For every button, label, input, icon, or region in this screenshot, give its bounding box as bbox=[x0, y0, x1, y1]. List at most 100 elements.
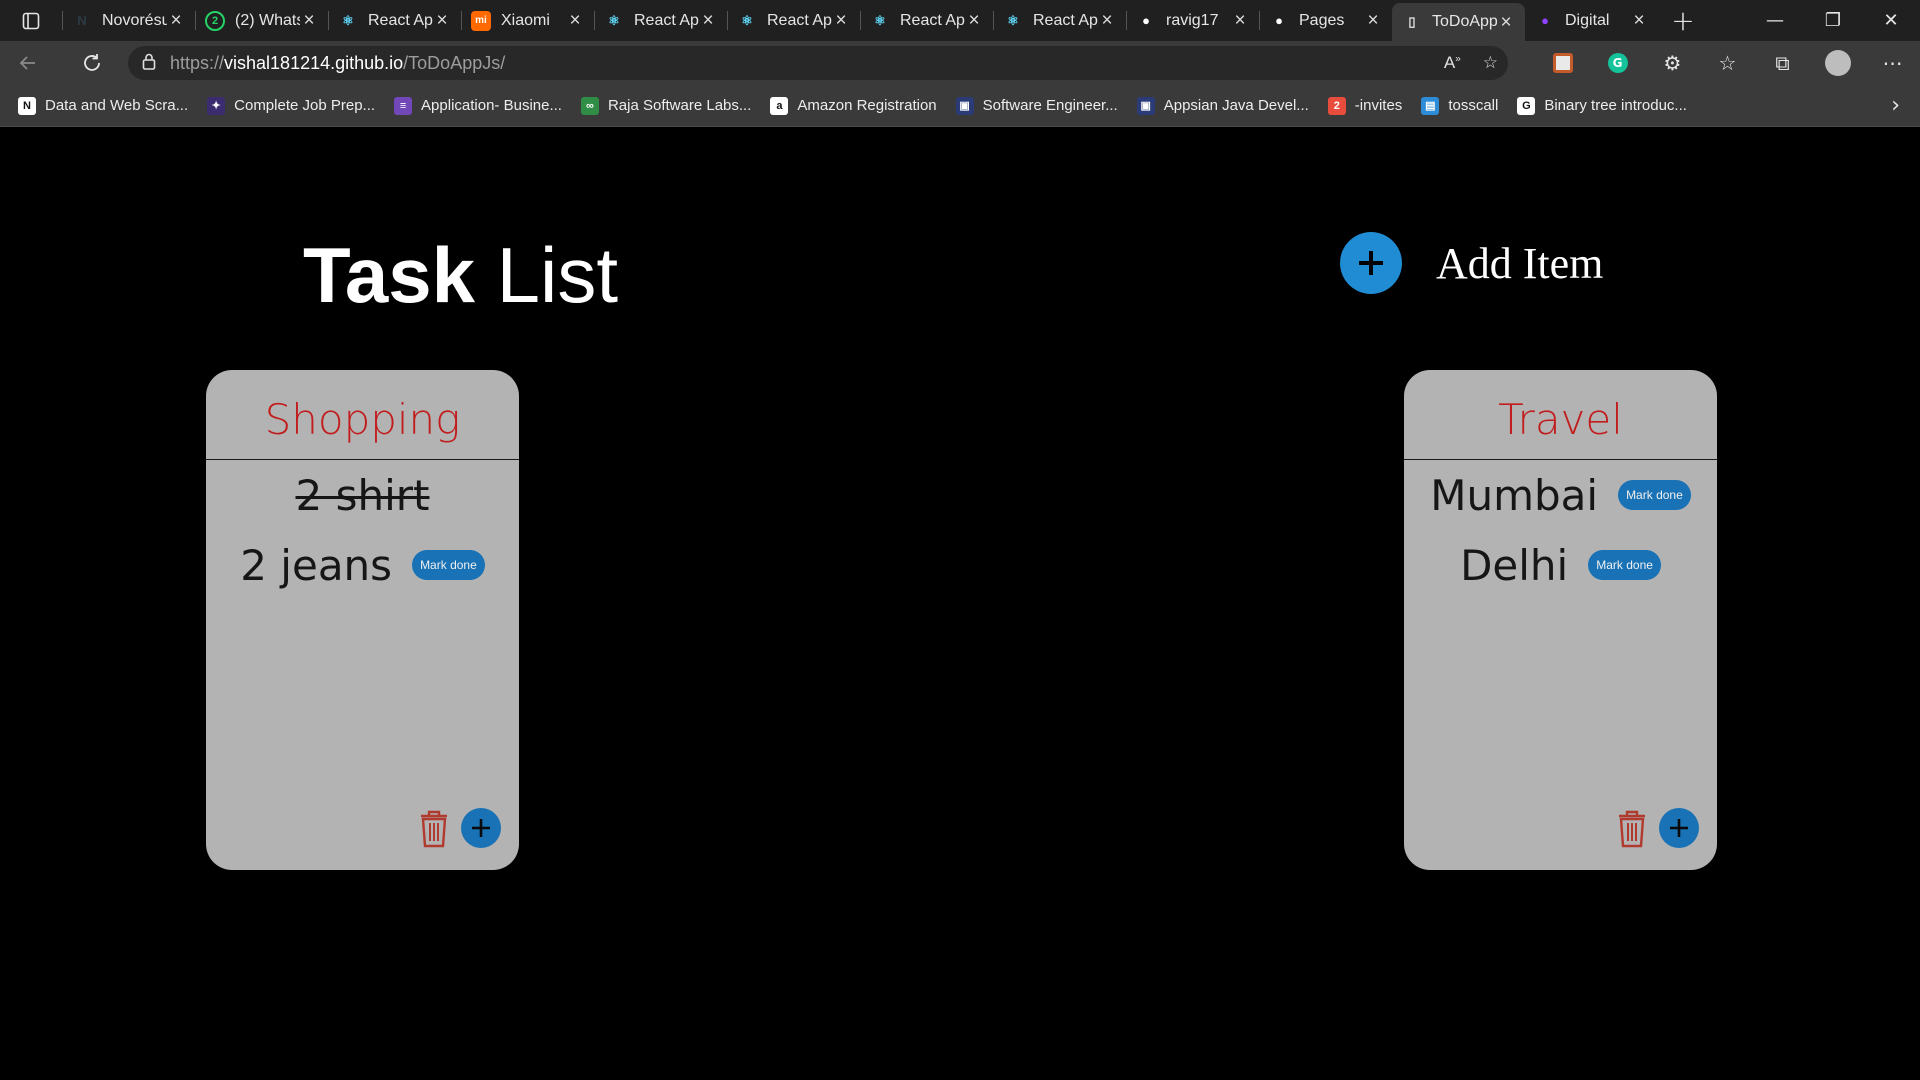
bookmark-item[interactable]: ≡ Application- Busine... bbox=[394, 96, 562, 115]
close-tab-icon[interactable]: × bbox=[832, 11, 850, 30]
close-tab-icon[interactable]: × bbox=[1497, 13, 1515, 32]
trash-icon[interactable] bbox=[415, 806, 453, 850]
bookmark-item[interactable]: ▣ Software Engineer... bbox=[955, 96, 1118, 115]
address-toolbar: https://vishal181214.github.io/ToDoAppJs… bbox=[0, 41, 1920, 85]
collections-icon[interactable]: ⧉ bbox=[1755, 41, 1810, 85]
close-tab-icon[interactable]: × bbox=[965, 11, 983, 30]
extension-icon[interactable] bbox=[1535, 41, 1590, 85]
minimize-button[interactable]: — bbox=[1746, 0, 1804, 41]
mark-done-button[interactable]: Mark done bbox=[412, 550, 485, 580]
browser-tab[interactable]: ● ravig17 × bbox=[1126, 0, 1259, 41]
browser-tab[interactable]: ▯ ToDoApp × bbox=[1392, 3, 1525, 41]
notion-n-icon: N bbox=[77, 13, 87, 28]
browser-tab[interactable]: 2 (2) WhatsApp× bbox=[195, 0, 328, 41]
list-title: Shopping bbox=[206, 370, 519, 460]
close-tab-icon[interactable]: × bbox=[1098, 11, 1116, 30]
close-tab-icon[interactable]: × bbox=[167, 11, 185, 30]
title-light: List bbox=[496, 231, 619, 319]
tab-title: ToDoApp bbox=[1432, 13, 1497, 30]
lock-icon[interactable] bbox=[128, 53, 170, 74]
tab-actions-icon bbox=[22, 12, 40, 29]
bookmark-item[interactable]: a Amazon Registration bbox=[770, 96, 937, 115]
address-bar[interactable]: https://vishal181214.github.io/ToDoAppJs… bbox=[128, 46, 1508, 80]
browser-tab[interactable]: ● Pages × bbox=[1259, 0, 1392, 41]
rocket-icon: ✦ bbox=[207, 96, 226, 115]
add-circle-icon[interactable] bbox=[1340, 232, 1402, 294]
task-text: Delhi bbox=[1460, 540, 1569, 590]
profile-avatar[interactable] bbox=[1810, 41, 1865, 85]
browser-tab[interactable]: ⚛ React App× bbox=[328, 0, 461, 41]
add-favorite-icon[interactable]: ☆ bbox=[1483, 53, 1498, 73]
add-item-button[interactable]: Add Item bbox=[1340, 232, 1603, 294]
chevron-right-icon[interactable]: › bbox=[1891, 93, 1900, 118]
new-tab-button[interactable]: + bbox=[1658, 0, 1708, 41]
page-content: Task List Add Item Shopping 2 shirt 2 jean… bbox=[0, 128, 1920, 1080]
favorites-icon[interactable]: ☆ bbox=[1700, 41, 1755, 85]
browser-tab[interactable]: mi Xiaomi × bbox=[461, 0, 594, 41]
tabs-container: NNovorésumé×2(2) WhatsApp×⚛React App×miX… bbox=[62, 0, 1658, 41]
task-text-done: 2 shirt bbox=[295, 470, 430, 520]
extensions-puzzle-icon[interactable]: ⚙ bbox=[1645, 41, 1700, 85]
tab-actions-button[interactable] bbox=[0, 0, 62, 41]
close-tab-icon[interactable]: × bbox=[300, 11, 318, 30]
back-arrow-icon bbox=[19, 56, 35, 70]
tab-title: Novorésumé bbox=[102, 11, 167, 29]
bookmark-item[interactable]: ✦ Complete Job Prep... bbox=[207, 96, 376, 115]
bookmark-item[interactable]: ▣ Appsian Java Devel... bbox=[1136, 96, 1309, 115]
add-item-label[interactable]: Add Item bbox=[1436, 238, 1603, 289]
bookmark-label: Application- Busine... bbox=[421, 97, 562, 114]
grammarly-icon[interactable]: G bbox=[1590, 41, 1645, 85]
notion-icon: N bbox=[18, 96, 36, 115]
browser-tab[interactable]: ⚛ React App× bbox=[993, 0, 1126, 41]
tab-title: React App bbox=[767, 11, 832, 29]
digital-icon: ● bbox=[1541, 13, 1549, 28]
browser-tab[interactable]: ⚛ React App× bbox=[594, 0, 727, 41]
close-tab-icon[interactable]: × bbox=[699, 11, 717, 30]
tab-title: React App bbox=[634, 11, 699, 29]
xiaomi-icon: mi bbox=[471, 10, 491, 31]
browser-tab[interactable]: ⚛ React App× bbox=[860, 0, 993, 41]
url-text[interactable]: https://vishal181214.github.io/ToDoAppJs… bbox=[170, 53, 505, 74]
mark-done-button[interactable]: Mark done bbox=[1588, 550, 1661, 580]
bookmark-label: Binary tree introduc... bbox=[1544, 97, 1687, 114]
url-scheme: https:// bbox=[170, 52, 225, 73]
read-aloud-icon[interactable]: A» bbox=[1444, 53, 1461, 73]
back-button[interactable] bbox=[0, 41, 56, 85]
refresh-button[interactable] bbox=[64, 41, 120, 85]
more-options-icon[interactable]: ⋯ bbox=[1865, 41, 1920, 85]
tab-title: Xiaomi bbox=[501, 11, 550, 29]
bookmark-item[interactable]: ▤ tosscall bbox=[1421, 96, 1498, 115]
bookmark-label: Appsian Java Devel... bbox=[1163, 97, 1309, 114]
toolbar-extensions: G ⚙ ☆ ⧉ ⋯ bbox=[1535, 41, 1920, 85]
refresh-icon bbox=[84, 54, 100, 71]
tab-title: React App bbox=[1033, 11, 1098, 29]
close-tab-icon[interactable]: × bbox=[1231, 11, 1249, 30]
browser-tab[interactable]: ⚛ React App× bbox=[727, 0, 860, 41]
task-list-card: Travel Mumbai Mark done Delhi Mark done bbox=[1404, 370, 1717, 870]
github-icon: ● bbox=[1142, 13, 1150, 28]
bookmark-item[interactable]: G Binary tree introduc... bbox=[1517, 96, 1687, 115]
browser-tab[interactable]: N Novorésumé× bbox=[62, 0, 195, 41]
task-item: 2 shirt bbox=[206, 460, 519, 530]
add-task-icon[interactable] bbox=[1659, 808, 1699, 848]
trash-icon[interactable] bbox=[1613, 806, 1651, 850]
close-tab-icon[interactable]: × bbox=[1630, 11, 1648, 30]
site-icon: ▣ bbox=[955, 96, 974, 115]
bookmark-label: Raja Software Labs... bbox=[607, 97, 752, 114]
bookmark-item[interactable]: 2 -invites bbox=[1327, 96, 1402, 115]
react-icon: ⚛ bbox=[874, 12, 886, 28]
mark-done-button[interactable]: Mark done bbox=[1618, 480, 1691, 510]
restore-button[interactable]: ❐ bbox=[1804, 0, 1862, 41]
close-tab-icon[interactable]: × bbox=[433, 11, 451, 30]
bookmark-label: Complete Job Prep... bbox=[234, 97, 376, 114]
add-task-icon[interactable] bbox=[461, 808, 501, 848]
browser-tab[interactable]: ● Digital × bbox=[1525, 0, 1658, 41]
bookmark-item[interactable]: ∞ Raja Software Labs... bbox=[580, 96, 752, 115]
list-title: Travel bbox=[1404, 370, 1717, 460]
bookmark-item[interactable]: N Data and Web Scra... bbox=[18, 96, 188, 115]
tab-title: ravig17 bbox=[1166, 11, 1219, 29]
close-tab-icon[interactable]: × bbox=[566, 11, 584, 30]
close-window-button[interactable]: ✕ bbox=[1862, 0, 1920, 41]
close-tab-icon[interactable]: × bbox=[1364, 11, 1382, 30]
amazon-icon: a bbox=[770, 96, 789, 115]
